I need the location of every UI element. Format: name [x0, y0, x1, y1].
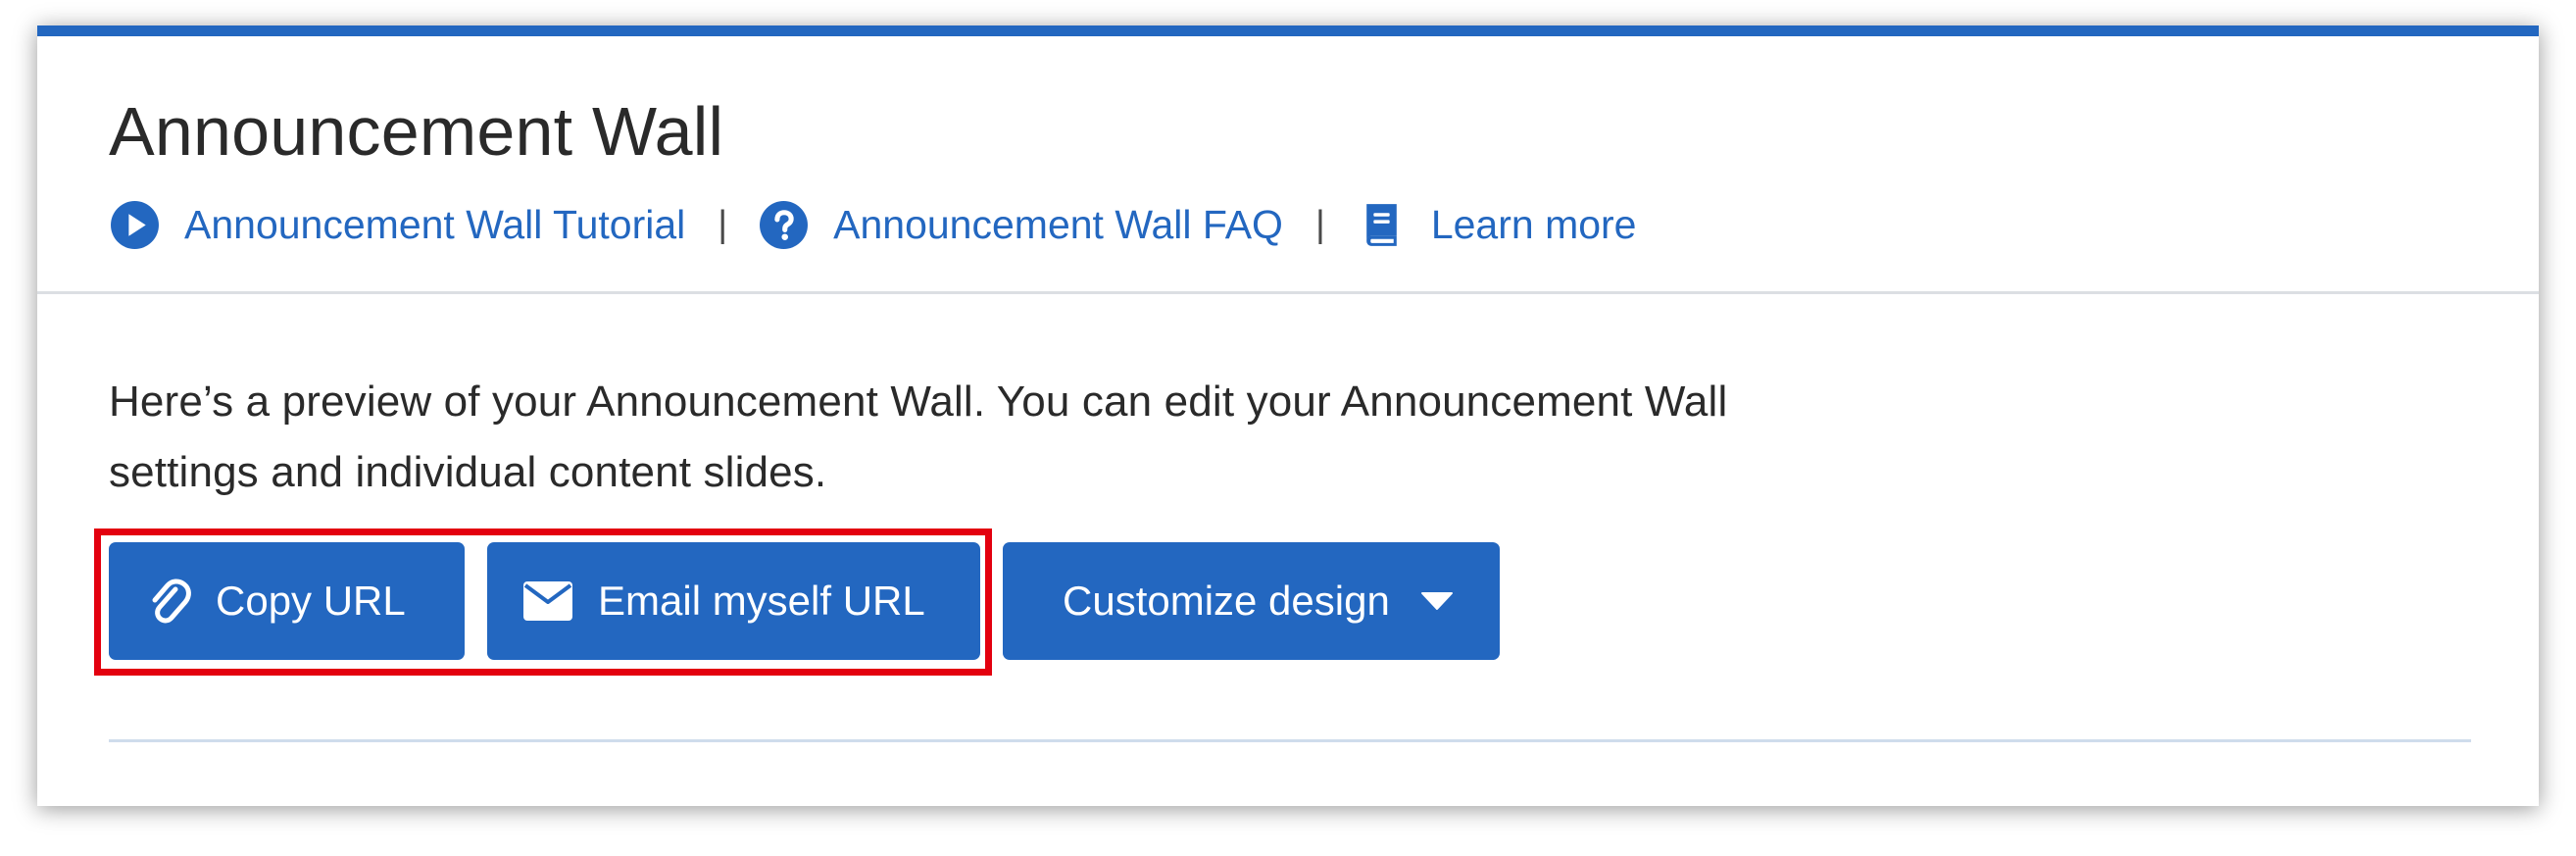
question-circle-icon [759, 200, 809, 250]
preview-description: Here’s a preview of your Announcement Wa… [109, 367, 2050, 508]
link-separator: | [718, 203, 728, 245]
email-myself-url-button[interactable]: Email myself URL [487, 542, 980, 660]
faq-link-label: Announcement Wall FAQ [833, 201, 1283, 247]
help-links: Announcement Wall Tutorial | Announcemen… [110, 197, 1636, 252]
customize-design-label: Customize design [1063, 578, 1390, 624]
caret-down-icon [1420, 591, 1454, 611]
page-title: Announcement Wall [109, 93, 724, 170]
tutorial-link-label: Announcement Wall Tutorial [184, 201, 686, 247]
play-circle-icon [110, 200, 160, 250]
section-divider [109, 739, 2471, 742]
paperclip-icon [147, 575, 192, 628]
copy-url-button[interactable]: Copy URL [109, 542, 465, 660]
faq-link[interactable]: Announcement Wall FAQ [759, 200, 1283, 250]
description-line: settings and individual content slides. [109, 448, 827, 496]
description-line: Here’s a preview of your Announcement Wa… [109, 378, 1728, 426]
customize-design-dropdown[interactable]: Customize design [1003, 542, 1500, 660]
link-separator: | [1314, 203, 1325, 245]
announcement-wall-panel: Announcement Wall Announcement Wall Tuto… [37, 25, 2539, 806]
email-myself-url-label: Email myself URL [598, 578, 925, 624]
learn-more-link[interactable]: Learn more [1357, 200, 1637, 250]
panel-header: Announcement Wall Announcement Wall Tuto… [37, 36, 2539, 294]
envelope-icon [523, 581, 572, 621]
learn-more-link-label: Learn more [1430, 201, 1637, 247]
book-icon [1357, 200, 1407, 250]
tutorial-link[interactable]: Announcement Wall Tutorial [110, 200, 685, 250]
copy-url-label: Copy URL [216, 578, 406, 624]
